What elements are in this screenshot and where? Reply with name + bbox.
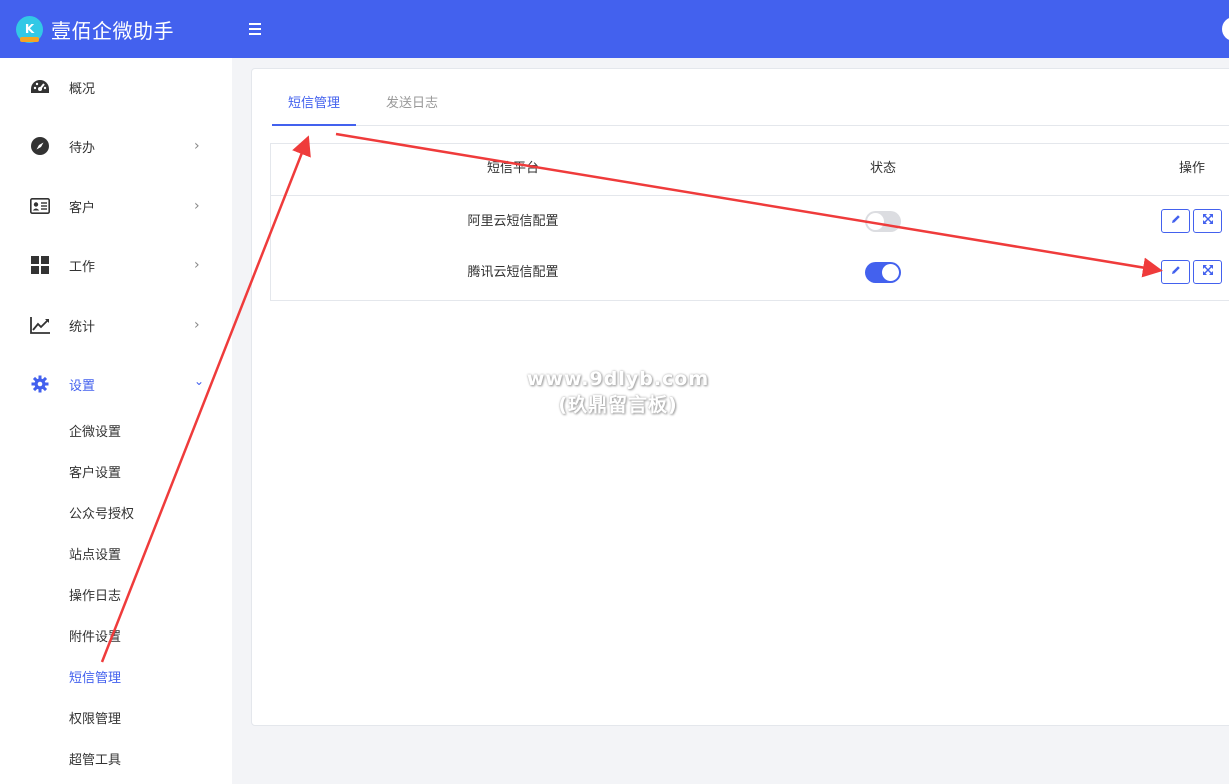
watermark: www.9dlyb.com (玖鼎留言板) <box>518 366 718 418</box>
sidebar-subitem-label: 公众号授权 <box>69 506 135 522</box>
table-row: 阿里云短信配置 <box>271 196 1229 247</box>
tab-bar: 短信管理 发送日志 <box>272 89 1229 126</box>
sidebar-subitem-operation-log[interactable]: 操作日志 <box>0 579 232 609</box>
expand-button[interactable] <box>1193 260 1222 284</box>
sidebar-subitem-wecom-settings[interactable]: 企微设置 <box>0 415 232 445</box>
tab-sms-management[interactable]: 短信管理 <box>272 89 356 126</box>
watermark-url: www.9dlyb.com <box>526 368 710 390</box>
table-row: 腾讯云短信配置 <box>271 247 1229 298</box>
sidebar-subitem-permission-management[interactable]: 权限管理 <box>0 702 232 732</box>
expand-icon <box>1202 264 1214 280</box>
sidebar-subitem-attachment-settings[interactable]: 附件设置 <box>0 620 232 650</box>
status-toggle[interactable] <box>865 211 901 232</box>
sidebar-subitem-sms-management[interactable]: 短信管理 <box>0 661 232 691</box>
sidebar-subitem-label: 企微设置 <box>69 424 122 440</box>
pencil-icon <box>1170 213 1182 229</box>
table-header: 短信平台 状态 操作 <box>271 144 1229 196</box>
edit-button[interactable] <box>1161 260 1190 284</box>
avatar[interactable] <box>1222 17 1229 41</box>
line-chart-icon <box>30 315 50 335</box>
sidebar-item-settings[interactable]: 设置 ⌄ <box>0 364 232 404</box>
sidebar-item-stats[interactable]: 统计 › <box>0 305 232 345</box>
app-title: 壹佰企微助手 <box>51 18 174 43</box>
gear-icon <box>30 374 50 394</box>
sidebar-item-todo[interactable]: 待办 › <box>0 126 232 166</box>
sidebar-subitem-label: 短信管理 <box>69 670 122 686</box>
expand-icon <box>1202 213 1214 229</box>
sidebar: 概况 待办 › 客户 › 工作 › 统计 › 设置 ⌄ 企微设置 客户设置 公众… <box>0 58 232 784</box>
top-bar: K 壹佰企微助手 <box>0 0 1229 58</box>
sidebar-item-label: 设置 <box>69 378 96 394</box>
sidebar-subitem-label: 附件设置 <box>69 629 122 645</box>
sidebar-item-work[interactable]: 工作 › <box>0 245 232 285</box>
sidebar-item-label: 统计 <box>69 319 96 335</box>
sidebar-item-label: 概况 <box>69 81 96 97</box>
sidebar-item-label: 客户 <box>69 200 96 216</box>
sidebar-subitem-label: 客户设置 <box>69 465 122 481</box>
sidebar-subitem-super-admin-tools[interactable]: 超管工具 <box>0 743 232 773</box>
edit-button[interactable] <box>1161 209 1190 233</box>
compass-icon <box>30 136 50 156</box>
sidebar-subitem-site-settings[interactable]: 站点设置 <box>0 538 232 568</box>
status-toggle[interactable] <box>865 262 901 283</box>
expand-button[interactable] <box>1193 209 1222 233</box>
platform-name: 腾讯云短信配置 <box>467 265 559 280</box>
chevron-right-icon: › <box>194 317 200 333</box>
platform-name: 阿里云短信配置 <box>467 214 559 229</box>
column-header-platform: 短信平台 <box>486 161 540 176</box>
sidebar-item-overview[interactable]: 概况 <box>0 67 232 107</box>
sidebar-subitem-label: 操作日志 <box>69 588 122 604</box>
sidebar-subitem-label: 超管工具 <box>69 752 122 768</box>
grid-icon <box>30 255 50 275</box>
id-card-icon <box>30 196 50 216</box>
sidebar-subitem-label: 站点设置 <box>69 547 122 563</box>
sidebar-subitem-official-account[interactable]: 公众号授权 <box>0 497 232 527</box>
chevron-right-icon: › <box>194 138 200 154</box>
chevron-right-icon: › <box>194 257 200 273</box>
watermark-name: (玖鼎留言板) <box>558 394 678 416</box>
chevron-down-icon: ⌄ <box>194 374 205 388</box>
menu-toggle-icon[interactable] <box>249 19 265 39</box>
sidebar-subitem-label: 权限管理 <box>69 711 122 727</box>
app-logo: K <box>16 15 43 43</box>
sidebar-item-label: 待办 <box>69 140 96 156</box>
logo-text: K <box>24 22 35 36</box>
sms-platform-table: 短信平台 状态 操作 阿里云短信配置 腾讯云短信配置 <box>270 143 1229 301</box>
pencil-icon <box>1170 264 1182 280</box>
chevron-right-icon: › <box>194 198 200 214</box>
column-header-actions: 操作 <box>1178 161 1206 176</box>
column-header-status: 状态 <box>869 161 897 176</box>
dashboard-icon <box>30 77 50 97</box>
brand[interactable]: K 壹佰企微助手 <box>0 0 232 58</box>
tab-send-log[interactable]: 发送日志 <box>376 89 448 126</box>
content-card: 短信管理 发送日志 短信平台 状态 操作 阿里云短信配置 腾讯云短信配置 <box>251 68 1229 726</box>
sidebar-subitem-customer-settings[interactable]: 客户设置 <box>0 456 232 486</box>
sidebar-item-label: 工作 <box>69 259 96 275</box>
sidebar-item-customer[interactable]: 客户 › <box>0 186 232 226</box>
